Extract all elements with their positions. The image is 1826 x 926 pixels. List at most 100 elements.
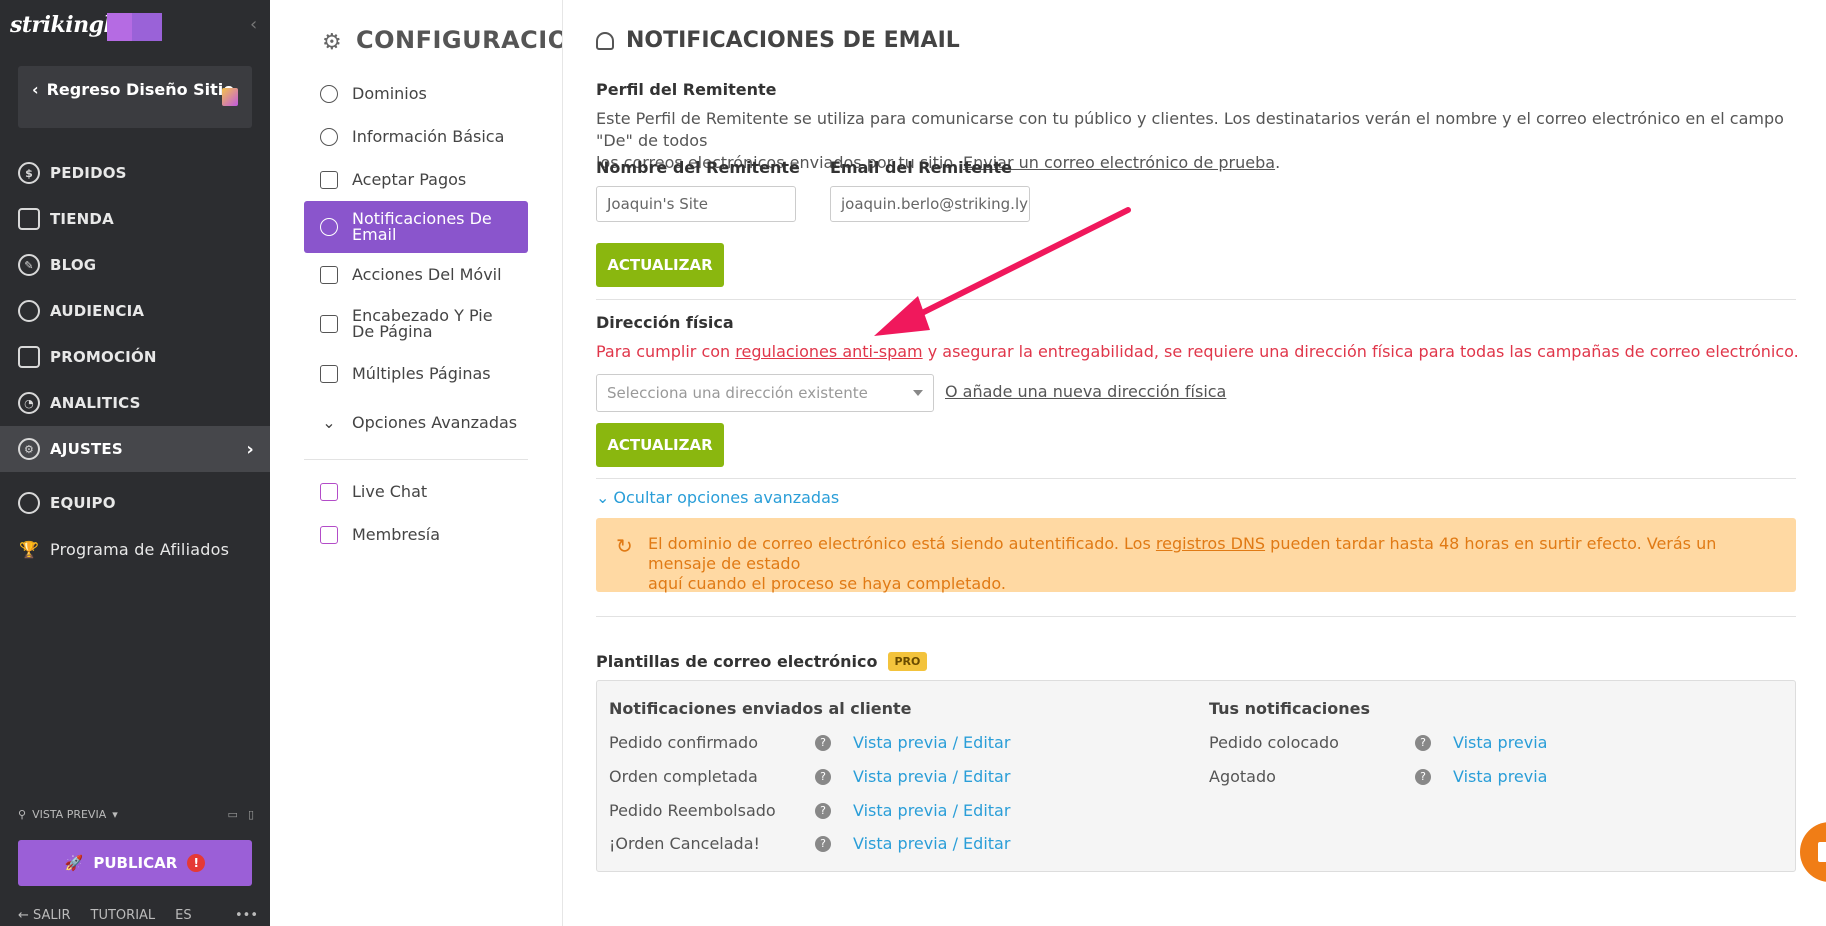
language-selector[interactable]: ES bbox=[175, 908, 191, 923]
trophy-icon: 🏆 bbox=[18, 539, 40, 559]
people-icon bbox=[18, 300, 40, 322]
preview-edit-link[interactable]: Vista previa / Editar bbox=[853, 834, 1010, 853]
add-address-link[interactable]: O añade una nueva dirección física bbox=[945, 382, 1226, 401]
nav-item-audiencia[interactable]: AUDIENCIA bbox=[0, 288, 270, 334]
help-icon[interactable]: ? bbox=[815, 835, 831, 852]
nav-label: PROMOCIÓN bbox=[50, 348, 157, 366]
page-title-text: NOTIFICACIONES DE EMAIL bbox=[626, 28, 960, 53]
nav-item-tienda[interactable]: TIENDA bbox=[0, 196, 270, 242]
sender-name-input[interactable]: Joaquin's Site bbox=[596, 186, 796, 222]
notice-line1: El dominio de correo electrónico está si… bbox=[648, 534, 1780, 574]
store-icon bbox=[18, 208, 40, 230]
tutorial-link[interactable]: TUTORIAL bbox=[91, 908, 156, 923]
settings-menu: Dominios Información Básica Aceptar Pago… bbox=[304, 72, 528, 556]
settings-item-opciones-avanzadas[interactable]: ⌄ Opciones Avanzadas bbox=[304, 395, 528, 451]
nav-item-ajustes[interactable]: ⚙ AJUSTES › bbox=[0, 426, 270, 472]
help-icon[interactable]: ? bbox=[815, 734, 831, 751]
chat-widget-button[interactable] bbox=[1800, 822, 1826, 882]
publish-button[interactable]: 🚀 PUBLICAR ! bbox=[18, 840, 252, 886]
address-select[interactable]: Selecciona una dirección existente bbox=[596, 374, 934, 412]
help-icon[interactable]: ? bbox=[815, 802, 831, 819]
nav-item-equipo[interactable]: EQUIPO bbox=[0, 480, 270, 526]
nav-item-blog[interactable]: ✎ BLOG bbox=[0, 242, 270, 288]
nav-item-afiliados[interactable]: 🏆 Programa de Afiliados bbox=[0, 526, 270, 572]
settings-item-label: Acciones Del Móvil bbox=[352, 265, 502, 284]
address-heading: Dirección física bbox=[596, 313, 734, 332]
template-name: Pedido colocado bbox=[1209, 733, 1339, 752]
bell-icon bbox=[320, 218, 338, 236]
gear-icon: ⚙ bbox=[18, 438, 40, 460]
collapse-sidebar-icon[interactable]: ‹ bbox=[250, 14, 257, 35]
pages-icon bbox=[320, 364, 338, 383]
mobile-icon[interactable]: ▯ bbox=[248, 808, 254, 821]
settings-item-informacion-basica[interactable]: Información Básica bbox=[304, 115, 528, 158]
settings-item-multiples-paginas[interactable]: Múltiples Páginas bbox=[304, 352, 528, 395]
templates-heading: Plantillas de correo electrónico PRO bbox=[596, 652, 928, 671]
nav-item-pedidos[interactable]: $ PEDIDOS bbox=[0, 150, 270, 196]
chevron-right-icon: › bbox=[246, 438, 254, 460]
your-notifications-heading: Tus notificaciones bbox=[1209, 699, 1371, 718]
preview-edit-link[interactable]: Vista previa / Editar bbox=[853, 767, 1010, 786]
settings-item-acciones-movil[interactable]: Acciones Del Móvil bbox=[304, 253, 528, 296]
notice-line2: aquí cuando el proceso se haya completad… bbox=[648, 574, 1006, 593]
settings-item-aceptar-pagos[interactable]: Aceptar Pagos bbox=[304, 158, 528, 201]
nav-label: TIENDA bbox=[50, 210, 114, 228]
preview-edit-link[interactable]: Vista previa / Editar bbox=[853, 733, 1010, 752]
warning-icon: ! bbox=[187, 854, 206, 872]
nav-label: BLOG bbox=[50, 256, 97, 274]
update-address-button[interactable]: ACTUALIZAR bbox=[596, 423, 724, 467]
settings-item-notificaciones-email[interactable]: Notificaciones De Email bbox=[304, 201, 528, 253]
team-icon bbox=[18, 492, 40, 514]
more-icon[interactable]: ••• bbox=[235, 908, 258, 923]
chat-icon bbox=[1818, 842, 1826, 862]
desktop-icon[interactable]: ▭ bbox=[228, 808, 238, 821]
templates-title: Plantillas de correo electrónico bbox=[596, 652, 878, 671]
caret-down-icon bbox=[913, 390, 923, 396]
back-to-design-button[interactable]: ‹ Regreso Diseño Sitio bbox=[18, 66, 252, 128]
settings-item-label: Aceptar Pagos bbox=[352, 170, 467, 189]
nav-label: ANALITICS bbox=[50, 394, 141, 412]
settings-item-dominios[interactable]: Dominios bbox=[304, 72, 528, 115]
update-sender-button[interactable]: ACTUALIZAR bbox=[596, 243, 724, 287]
caret-down-icon: ▾ bbox=[112, 808, 118, 821]
anti-spam-link[interactable]: regulaciones anti-spam bbox=[735, 342, 922, 361]
anti-spam-warning: Para cumplir con regulaciones anti-spam … bbox=[596, 342, 1799, 361]
template-name: Pedido Reembolsado bbox=[609, 801, 776, 820]
sender-heading: Perfil del Remitente bbox=[596, 80, 777, 99]
dns-records-link[interactable]: registros DNS bbox=[1156, 534, 1265, 553]
search-icon: ⚲ bbox=[18, 808, 27, 821]
preview-edit-link[interactable]: Vista previa / Editar bbox=[853, 801, 1010, 820]
dns-notice: ↻ El dominio de correo electrónico está … bbox=[596, 518, 1796, 593]
settings-item-membresia[interactable]: Membresía bbox=[304, 513, 528, 556]
exit-link[interactable]: ← SALIR bbox=[18, 908, 71, 923]
dollar-icon: $ bbox=[18, 162, 40, 184]
hide-advanced-toggle[interactable]: ⌄ Ocultar opciones avanzadas bbox=[596, 488, 839, 507]
template-name: ¡Orden Cancelada! bbox=[609, 834, 760, 853]
nav-item-promocion[interactable]: PROMOCIÓN bbox=[0, 334, 270, 380]
settings-item-label: Live Chat bbox=[352, 482, 428, 501]
preview-link[interactable]: Vista previa bbox=[1453, 767, 1547, 786]
nav-label: EQUIPO bbox=[50, 494, 116, 512]
nav-item-analitics[interactable]: ◔ ANALITICS bbox=[0, 380, 270, 426]
help-icon[interactable]: ? bbox=[1415, 734, 1431, 751]
divider bbox=[596, 299, 1796, 300]
nav-label: AJUSTES bbox=[50, 440, 123, 458]
chat-icon bbox=[320, 482, 338, 501]
settings-item-label: Notificaciones De Email bbox=[352, 209, 492, 244]
settings-title-text: CONFIGURACION bbox=[356, 26, 562, 54]
chevron-left-icon: ‹ bbox=[32, 80, 39, 99]
info-icon bbox=[320, 127, 338, 146]
help-icon[interactable]: ? bbox=[815, 768, 831, 785]
preview-dropdown[interactable]: VISTA PREVIA bbox=[32, 808, 106, 821]
settings-item-label: Membresía bbox=[352, 525, 441, 544]
publish-label: PUBLICAR bbox=[93, 854, 178, 872]
divider bbox=[596, 616, 1796, 617]
template-row: Pedido colocado? Vista previa bbox=[1209, 733, 1547, 752]
help-icon[interactable]: ? bbox=[1415, 768, 1431, 785]
settings-subnav: ⚙ CONFIGURACION Dominios Información Bás… bbox=[270, 0, 563, 926]
warning-text-pre: Para cumplir con bbox=[596, 342, 731, 361]
layout-icon bbox=[320, 315, 338, 333]
preview-link[interactable]: Vista previa bbox=[1453, 733, 1547, 752]
settings-item-live-chat[interactable]: Live Chat bbox=[304, 470, 528, 513]
settings-item-encabezado-pie[interactable]: Encabezado Y Pie De Página bbox=[304, 296, 528, 352]
